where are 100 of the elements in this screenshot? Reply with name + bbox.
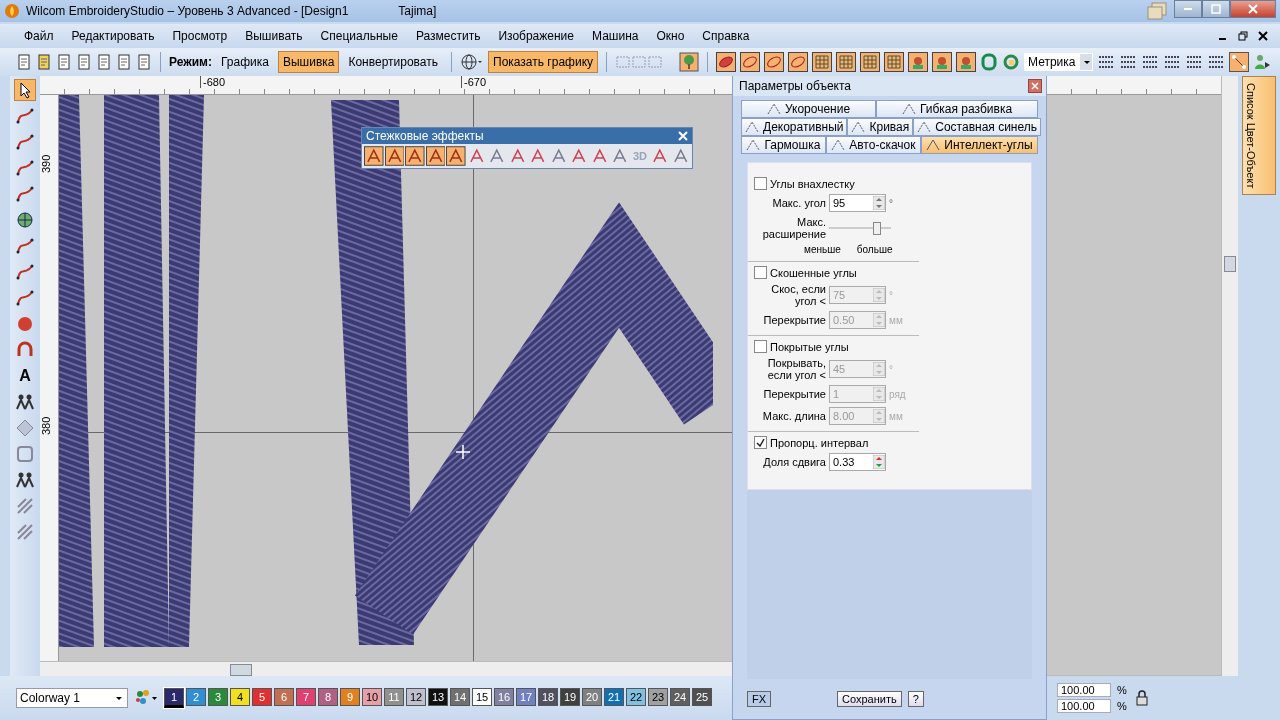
side-tab[interactable]: Список Цвет-Объект — [1242, 76, 1276, 196]
text-tool-glyph[interactable]: A — [19, 366, 31, 386]
close-button[interactable] — [1230, 0, 1276, 18]
stitch-effect-icon[interactable] — [364, 146, 384, 166]
menu-item[interactable]: Изображение — [498, 29, 574, 43]
stitch-type-icon[interactable] — [764, 52, 785, 72]
tab[interactable]: Гибкая разбивка — [876, 100, 1038, 118]
vertical-scrollbar[interactable] — [1221, 76, 1238, 676]
circle-grid-icon[interactable] — [15, 210, 35, 230]
menu-item[interactable]: Просмотр — [172, 29, 228, 43]
slider-thumb[interactable] — [872, 222, 881, 235]
stitch-type-icon[interactable] — [956, 52, 977, 72]
stitch-type-icon[interactable] — [932, 52, 953, 72]
tab[interactable]: Кривая — [847, 118, 914, 136]
tab[interactable]: Составная синель — [913, 118, 1041, 136]
colorway-dropdown[interactable]: Colorway 1 — [16, 688, 128, 708]
stitch-effect-icon[interactable] — [405, 146, 425, 166]
scroll-thumb[interactable] — [230, 664, 252, 676]
diamond-icon[interactable] — [15, 418, 35, 438]
stitch-type-icon[interactable] — [788, 52, 809, 72]
close-button[interactable] — [1028, 79, 1042, 93]
minimize-button[interactable] — [1174, 0, 1202, 18]
menu-item[interactable]: Машина — [592, 29, 639, 43]
zoom-field[interactable]: 100.00 — [1057, 683, 1111, 697]
stitch-type-icon[interactable] — [740, 52, 761, 72]
color-chip[interactable]: 24 — [670, 688, 690, 706]
mode-button[interactable]: Графика — [216, 51, 274, 73]
tab[interactable]: Интеллект-углы — [920, 136, 1038, 154]
diagonal-lines-icon[interactable] — [15, 496, 35, 516]
mode-button[interactable]: Конвертировать — [343, 51, 443, 73]
zoom-field[interactable]: 100.00 — [1057, 699, 1111, 713]
color-chip[interactable]: 10 — [362, 688, 382, 706]
color-chip[interactable]: 6 — [274, 688, 294, 706]
color-chip[interactable]: 21 — [604, 688, 624, 706]
menu-item[interactable]: Разместить — [415, 29, 481, 43]
lock-icon[interactable] — [1135, 690, 1149, 706]
color-chip[interactable]: 16 — [494, 688, 514, 706]
color-chip[interactable]: 23 — [648, 688, 668, 706]
palette-icon[interactable] — [134, 689, 158, 707]
spin-arrows-icon[interactable] — [873, 455, 885, 469]
tree-picture-icon[interactable] — [679, 52, 700, 72]
color-chip[interactable]: 13 — [428, 688, 448, 706]
checkbox[interactable] — [754, 177, 767, 190]
stitch-type-icon[interactable] — [716, 52, 737, 72]
horizontal-scrollbar[interactable] — [40, 661, 732, 676]
globe-icon[interactable] — [460, 53, 484, 71]
color-chip[interactable]: 12 — [406, 688, 426, 706]
node-flow-icon[interactable] — [1229, 52, 1250, 72]
stitch-effect-icon[interactable] — [446, 146, 466, 166]
stitch-type-icon[interactable] — [908, 52, 929, 72]
person-play-icon[interactable] — [1253, 53, 1272, 71]
stitch-type-icon[interactable] — [812, 52, 833, 72]
color-chip[interactable]: 4 — [230, 688, 250, 706]
design-canvas[interactable]: Стежковые эффекты 3D — [59, 95, 732, 661]
color-chip[interactable]: 15 — [472, 688, 492, 706]
color-chip[interactable]: 19 — [560, 688, 580, 706]
color-chip[interactable]: 14 — [450, 688, 470, 706]
color-chip[interactable]: 7 — [296, 688, 316, 706]
scroll-thumb[interactable] — [1224, 256, 1236, 272]
menu-item[interactable]: Вышивать — [245, 29, 303, 43]
color-chip[interactable]: 20 — [582, 688, 602, 706]
color-chip[interactable]: 3 — [208, 688, 228, 706]
spin-field[interactable]: 0.33 — [829, 453, 886, 471]
menu-item[interactable]: Окно — [656, 29, 685, 43]
spin-field[interactable]: 95 — [829, 194, 886, 212]
color-chip[interactable]: 5 — [252, 688, 272, 706]
color-chip[interactable]: 17 — [516, 688, 536, 706]
units-dropdown[interactable]: Метрика — [1024, 53, 1094, 71]
save-button[interactable]: Сохранить — [837, 691, 902, 707]
mode-button[interactable]: Вышивка — [277, 51, 340, 73]
color-chip[interactable]: 2 — [186, 688, 206, 706]
stitch-type-icon[interactable] — [884, 52, 905, 72]
color-chip[interactable]: 18 — [538, 688, 558, 706]
restore-icon[interactable] — [1238, 31, 1248, 41]
spin-arrows-icon[interactable] — [873, 196, 885, 210]
color-chip[interactable]: 1 — [164, 688, 184, 708]
menu-item[interactable]: Файл — [24, 29, 54, 43]
show-graphics-button[interactable]: Показать графику — [488, 51, 599, 73]
new-file-icon[interactable] — [16, 54, 32, 70]
menu-item[interactable]: Редактировать — [71, 29, 155, 43]
menu-item[interactable]: Справка — [702, 29, 750, 43]
tab[interactable]: Декоративный — [741, 118, 848, 136]
frame-icon[interactable] — [15, 444, 35, 464]
stitch-type-icon[interactable] — [836, 52, 857, 72]
color-chip[interactable]: 25 — [692, 688, 712, 706]
close-icon[interactable] — [1258, 31, 1268, 41]
chain-ring-icon[interactable] — [980, 53, 999, 71]
stitch-type-icon[interactable] — [860, 52, 881, 72]
color-chip[interactable]: 8 — [318, 688, 338, 706]
tab[interactable]: Авто-скачок — [825, 136, 921, 154]
dot-grid-icon[interactable] — [1119, 53, 1138, 71]
tab[interactable]: Укорочение — [741, 100, 876, 118]
tab[interactable]: Гармошка — [741, 136, 826, 154]
color-chip[interactable]: 22 — [626, 688, 646, 706]
menu-item[interactable]: Специальные — [320, 29, 398, 43]
stitch-effect-icon[interactable] — [425, 146, 446, 166]
checkbox[interactable] — [754, 266, 767, 279]
fx-button[interactable]: FX — [747, 691, 772, 707]
checkbox[interactable] — [754, 436, 767, 449]
checkbox[interactable] — [754, 340, 767, 353]
